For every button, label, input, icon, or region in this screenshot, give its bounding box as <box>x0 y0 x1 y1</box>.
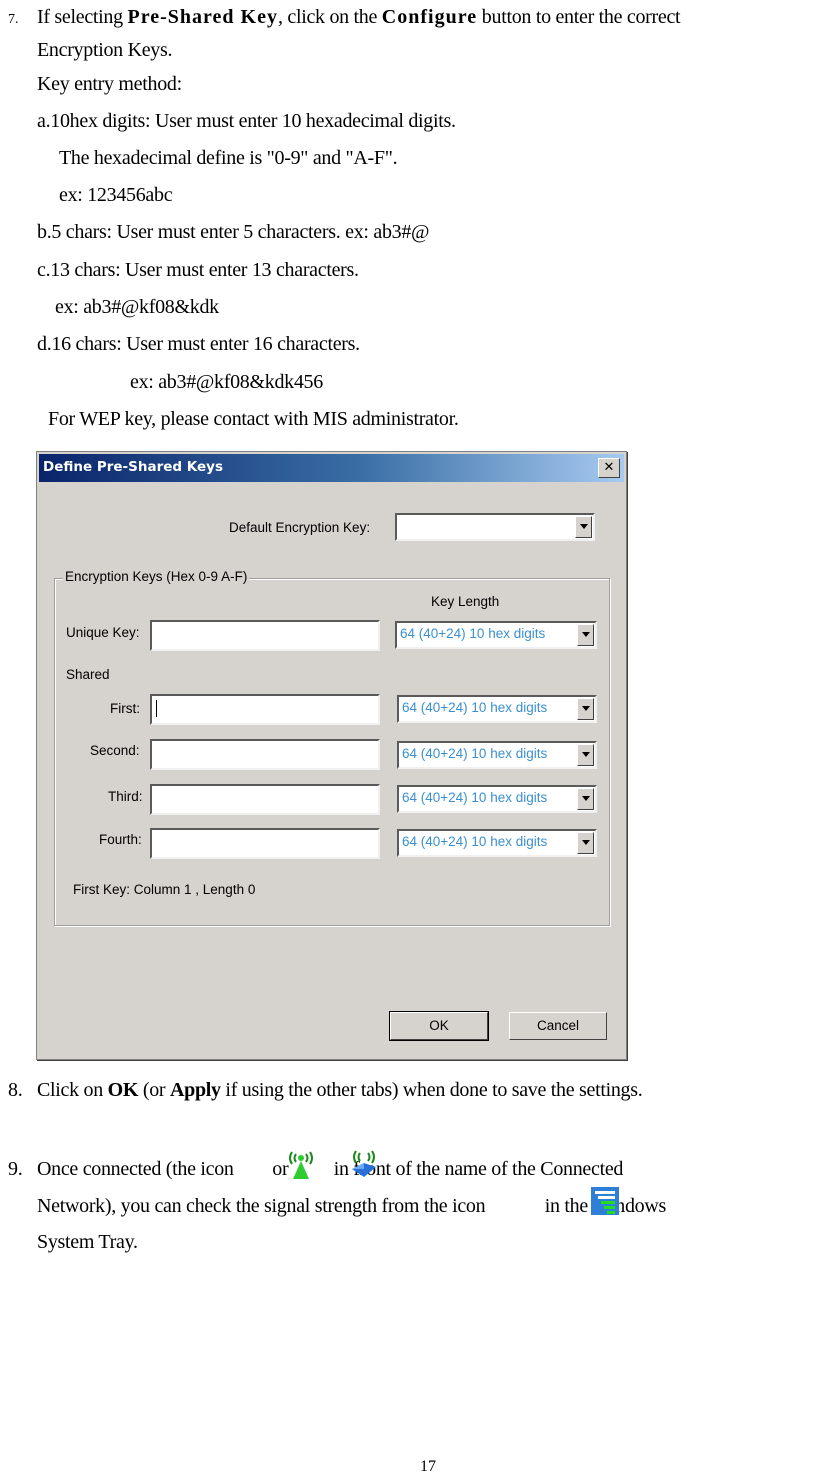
unique-key-length-select[interactable]: 64 (40+24) 10 hex digits <box>395 621 597 649</box>
antenna-connected-icon <box>289 1151 313 1179</box>
fourth-key-label: Fourth: <box>99 832 142 847</box>
first-key-input[interactable] <box>150 694 380 725</box>
option-d-line-1: d.16 chars: User must enter 16 character… <box>37 333 360 355</box>
chevron-down-icon[interactable] <box>577 788 594 810</box>
fourth-key-input[interactable] <box>150 828 380 859</box>
step-9-line-2: Network), you can check the signal stren… <box>37 1195 666 1218</box>
unique-key-length-value: 64 (40+24) 10 hex digits <box>400 626 546 641</box>
second-key-length-select[interactable]: 64 (40+24) 10 hex digits <box>397 741 597 769</box>
chevron-down-icon[interactable] <box>577 744 594 766</box>
chevron-down-icon[interactable] <box>575 516 592 538</box>
third-key-input[interactable] <box>150 784 380 815</box>
key-length-header: Key Length <box>431 594 500 609</box>
text: Once connected (the icon <box>37 1158 239 1180</box>
bold-apply: Apply <box>169 1079 221 1101</box>
define-pre-shared-keys-dialog: Define Pre-Shared Keys ✕ Default Encrypt… <box>36 451 627 1060</box>
ok-button[interactable]: OK <box>389 1011 489 1041</box>
step-9-line-1: Once connected (the icon or in front of … <box>37 1158 623 1181</box>
chevron-down-icon[interactable] <box>577 832 594 854</box>
fourth-key-length-select[interactable]: 64 (40+24) 10 hex digits <box>397 829 597 857</box>
step-8-number: 8. <box>8 1079 23 1101</box>
first-key-length-select[interactable]: 64 (40+24) 10 hex digits <box>397 695 597 723</box>
second-key-input[interactable] <box>150 739 380 770</box>
key-status-text: First Key: Column 1 , Length 0 <box>73 882 256 897</box>
default-key-select[interactable] <box>395 513 595 541</box>
third-key-label: Third: <box>108 789 143 804</box>
signal-strength-tray-icon <box>591 1187 619 1215</box>
text: button to enter the correct <box>477 6 681 28</box>
first-key-length-value: 64 (40+24) 10 hex digits <box>402 700 548 715</box>
antenna-infrastructure-icon <box>352 1150 376 1177</box>
step-8-text: Click on OK (or Apply if using the other… <box>37 1079 643 1102</box>
text: If selecting <box>37 6 128 28</box>
unique-key-input[interactable] <box>150 620 380 651</box>
option-c-line-1: c.13 chars: User must enter 13 character… <box>37 259 359 281</box>
option-a-line-3: ex: 123456abc <box>59 184 173 206</box>
fourth-key-length-value: 64 (40+24) 10 hex digits <box>402 834 548 849</box>
option-c-line-2: ex: ab3#@kf08&kdk <box>55 296 219 318</box>
third-key-length-value: 64 (40+24) 10 hex digits <box>402 790 548 805</box>
default-key-label: Default Encryption Key: <box>229 520 371 535</box>
encryption-keys-group: Encryption Keys (Hex 0-9 A-F) Key Length… <box>54 569 610 926</box>
text-caret <box>156 700 157 717</box>
text: Click on <box>37 1079 108 1101</box>
first-key-label: First: <box>110 701 140 716</box>
second-key-length-value: 64 (40+24) 10 hex digits <box>402 746 548 761</box>
third-key-length-select[interactable]: 64 (40+24) 10 hex digits <box>397 785 597 813</box>
close-button[interactable]: ✕ <box>598 458 620 478</box>
group-legend: Encryption Keys (Hex 0-9 A-F) <box>63 569 250 584</box>
page-number: 17 <box>420 1458 436 1475</box>
chevron-down-icon[interactable] <box>577 698 594 720</box>
step-9-line-3: System Tray. <box>37 1231 138 1253</box>
chevron-down-icon[interactable] <box>577 624 594 646</box>
cancel-button[interactable]: Cancel <box>509 1012 607 1040</box>
option-a-line-2: The hexadecimal define is "0-9" and "A-F… <box>59 147 398 169</box>
bold-pre-shared-key: Pre-Shared Key <box>127 6 278 28</box>
step-7-line-1: If selecting Pre-Shared Key, click on th… <box>37 6 681 29</box>
text: if using the other tabs) when done to sa… <box>220 1079 643 1101</box>
text: Network), you can check the signal stren… <box>37 1195 491 1217</box>
option-d-line-2: ex: ab3#@kf08&kdk456 <box>130 371 323 393</box>
dialog-title: Define Pre-Shared Keys <box>43 459 223 475</box>
step-9-number: 9. <box>8 1158 23 1180</box>
shared-label: Shared <box>66 667 110 682</box>
option-a-line-1: a.10hex digits: User must enter 10 hexad… <box>37 110 456 132</box>
bold-configure: Configure <box>381 6 478 28</box>
option-b-line: b.5 chars: User must enter 5 characters.… <box>37 221 430 243</box>
text: (or <box>138 1079 170 1101</box>
close-icon: ✕ <box>603 460 615 475</box>
second-key-label: Second: <box>90 743 140 758</box>
step-7-number: 7. <box>8 12 19 27</box>
unique-key-label: Unique Key: <box>66 625 140 640</box>
step-7-line-2: Encryption Keys. <box>37 39 173 61</box>
step-7-line-3: Key entry method: <box>37 73 182 95</box>
text: , click on the <box>277 6 382 28</box>
bold-ok: OK <box>107 1079 139 1101</box>
dialog-titlebar: Define Pre-Shared Keys ✕ <box>39 454 624 482</box>
wep-note: For WEP key, please contact with MIS adm… <box>48 408 459 430</box>
